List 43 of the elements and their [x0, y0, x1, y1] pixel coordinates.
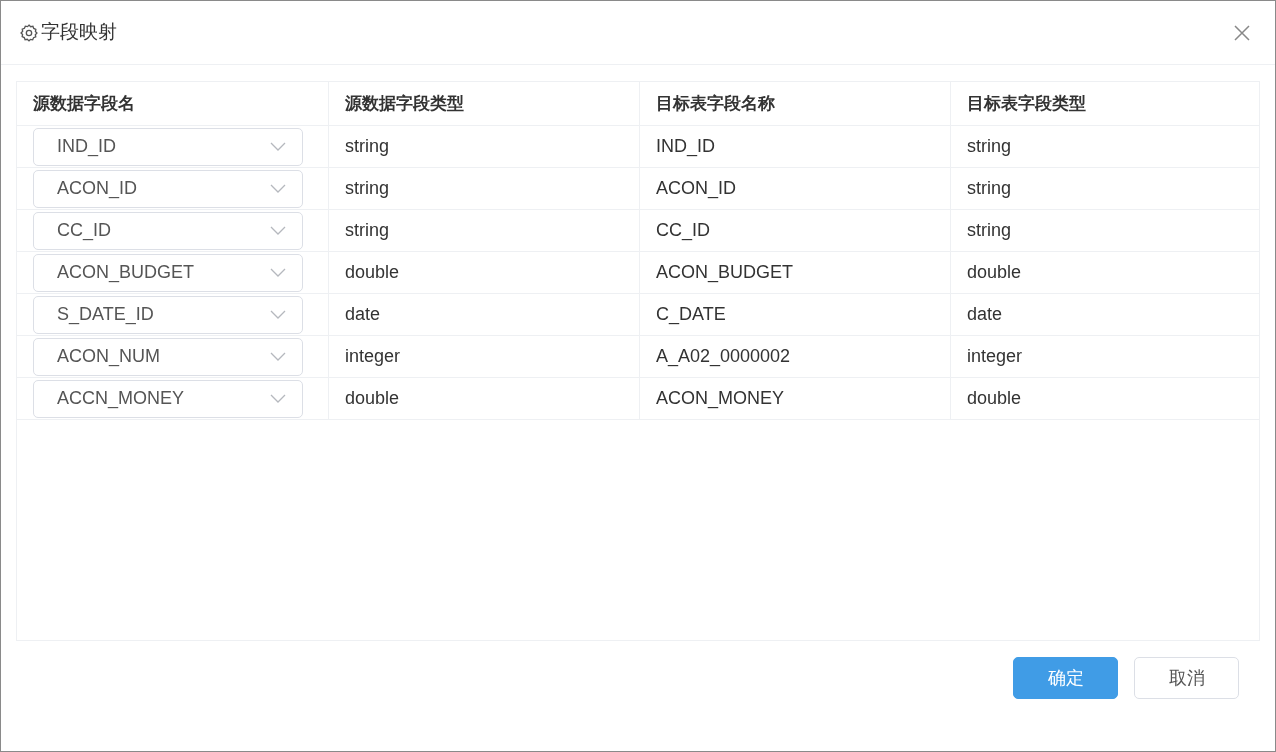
table-cell-text: ACON_ID [656, 177, 736, 201]
chevron-down-icon [270, 142, 286, 151]
column-header: 源数据字段类型 [345, 92, 464, 115]
select-field[interactable]: CC_ID [33, 211, 303, 250]
cancel-button[interactable]: 取消 [1134, 657, 1239, 699]
chevron-down-icon [270, 310, 286, 319]
chevron-down-icon [270, 352, 286, 361]
select-field[interactable]: IND_ID [33, 127, 303, 166]
table-cell-text: C_DATE [656, 303, 726, 327]
chevron-down-icon [270, 226, 286, 235]
select-field[interactable]: ACON_NUM [33, 337, 303, 376]
table-cell-text: ACON_BUDGET [656, 261, 794, 285]
table-cell-text: string [345, 177, 389, 200]
table-cell-text: ACON_MONEY [656, 387, 785, 411]
table-cell-text: string [967, 135, 1011, 158]
table-cell-text: IND_ID [656, 135, 715, 159]
table-cell-text: date [345, 303, 381, 326]
table-cell-text: double [345, 387, 400, 410]
table-cell-text: string [967, 219, 1011, 242]
select-field[interactable]: S_DATE_ID [33, 295, 303, 334]
chevron-down-icon [270, 268, 286, 277]
chevron-down-icon [270, 394, 286, 403]
settings-icon [19, 22, 39, 43]
table-cell-text: CC_ID [656, 219, 710, 243]
select-field[interactable]: ACON_BUDGET [33, 253, 303, 292]
table-cell-text: string [967, 177, 1011, 200]
table-cell-text: A_A02_0000002 [656, 345, 791, 369]
table-cell-text: integer [967, 345, 1023, 368]
table-cell-text: string [345, 135, 389, 158]
column-header: 目标表字段名称 [656, 92, 775, 115]
window-title: 字段映射 [41, 20, 117, 45]
select-field[interactable]: ACON_ID [33, 169, 303, 208]
table-cell-text: double [967, 387, 1022, 410]
table-cell-text: double [967, 261, 1022, 284]
table-cell-text: double [345, 261, 400, 284]
chevron-down-icon [270, 184, 286, 193]
column-header: 目标表字段类型 [967, 92, 1086, 115]
table-cell-text: string [345, 219, 389, 242]
close-icon[interactable] [1233, 23, 1251, 42]
table-cell-text: date [967, 303, 1003, 326]
select-field[interactable]: ACCN_MONEY [33, 379, 303, 418]
table-cell-text: integer [345, 345, 401, 368]
column-header: 源数据字段名 [33, 92, 135, 115]
